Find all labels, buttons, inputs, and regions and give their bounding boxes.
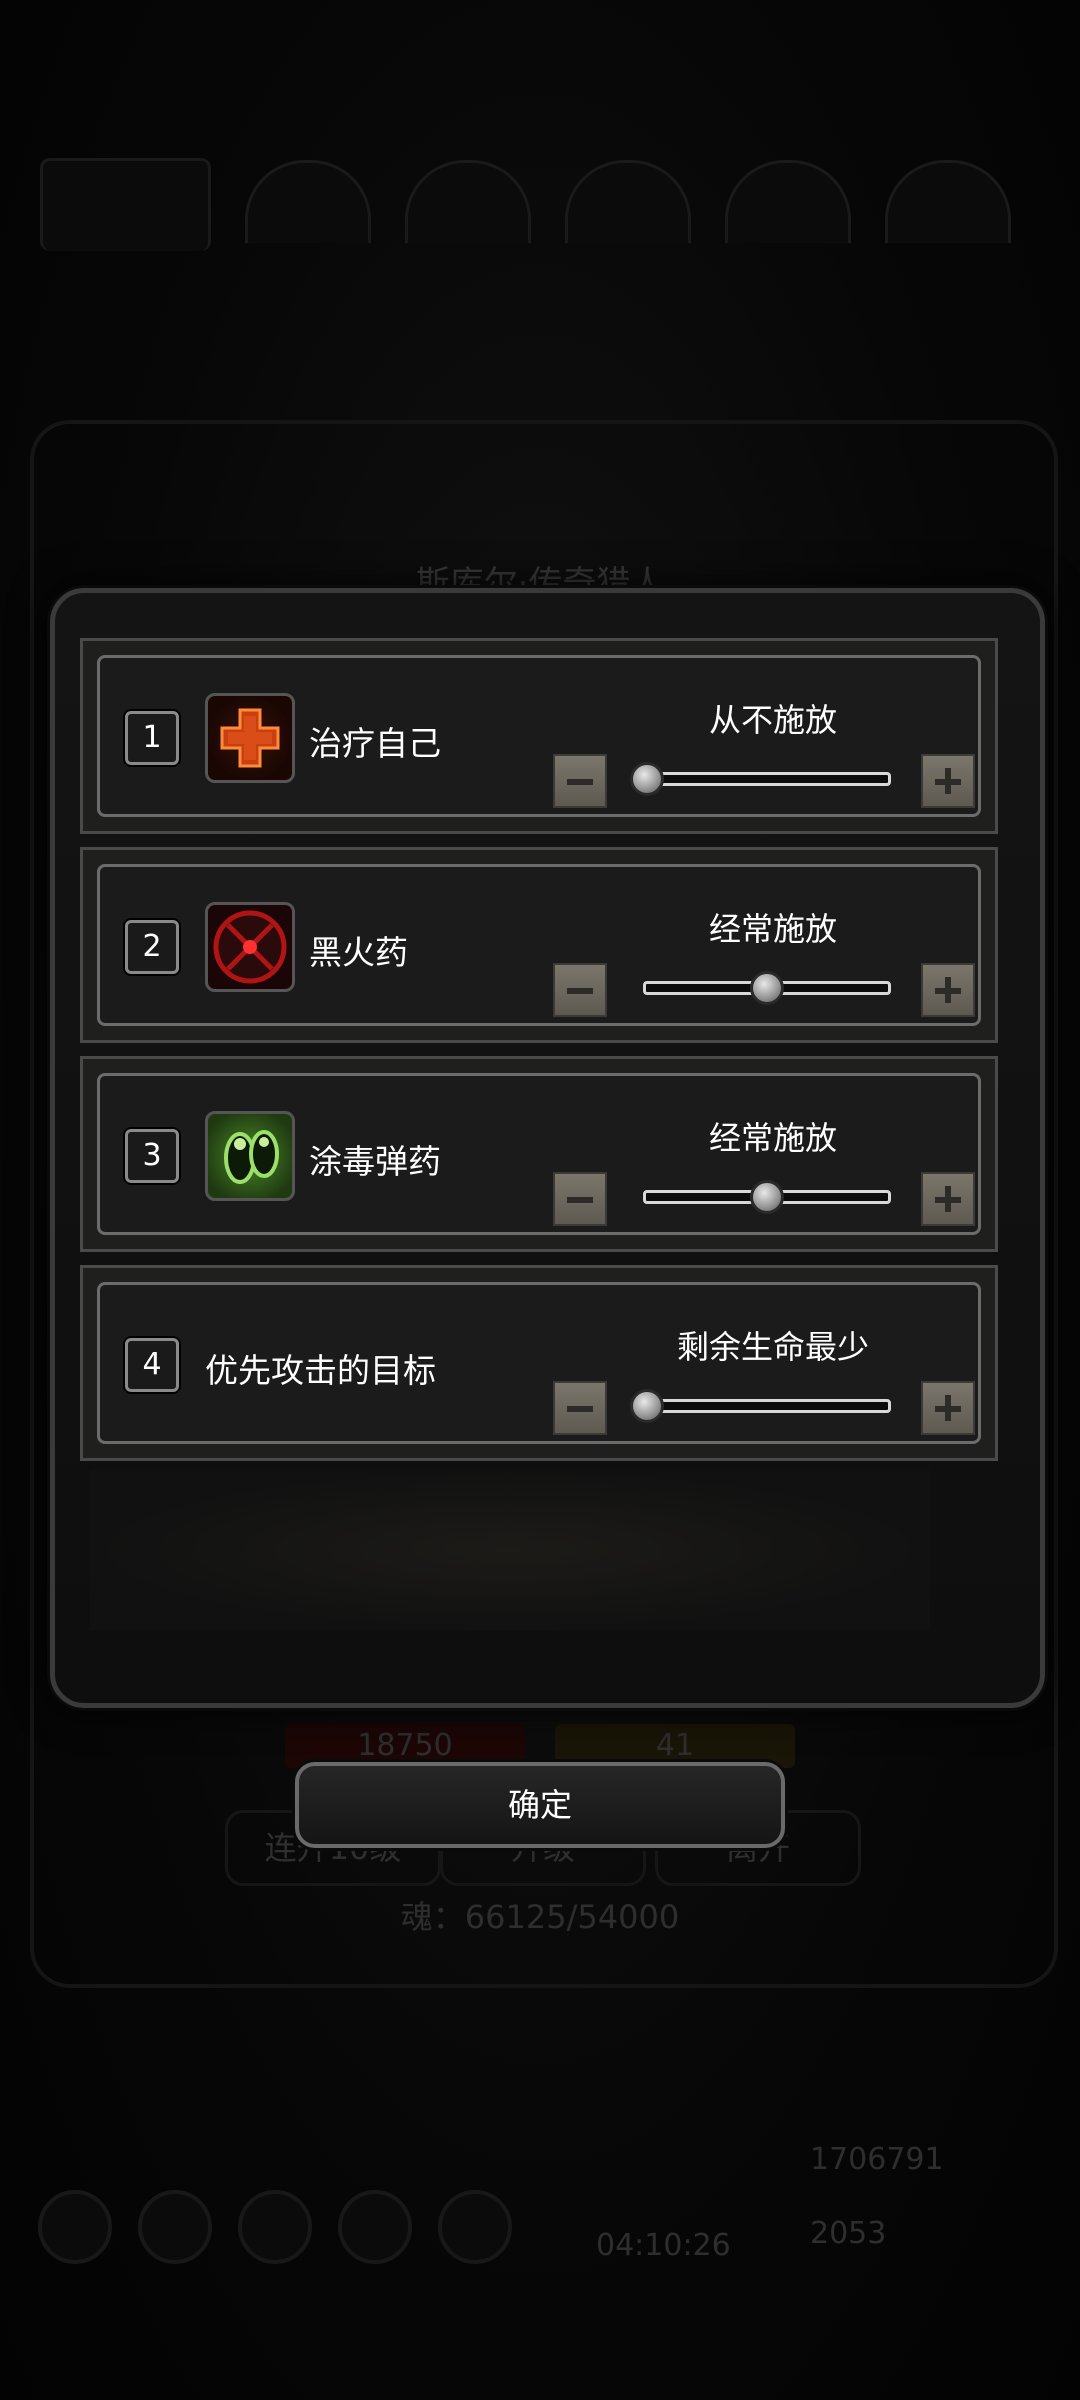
priority-target-row: 4 优先攻击的目标 剩余生命最少 [80,1265,998,1461]
slider-knob[interactable] [630,762,664,796]
increase-button[interactable] [921,1172,975,1226]
target-priority-value: 剩余生命最少 [676,1328,869,1366]
row-number: 1 [125,711,179,765]
cast-frequency-label: 经常施放 [708,1119,837,1157]
increase-button[interactable] [921,754,975,808]
bg-menu-icon-1 [38,2190,112,2264]
bg-menu-icon-2 [138,2190,212,2264]
increase-button[interactable] [921,1381,975,1435]
skill-row-heal: 1 治疗自己 从不施放 [80,638,998,834]
row-number: 3 [125,1129,179,1183]
bg-menu-icon-5 [438,2190,512,2264]
bg-menu-icon-4 [338,2190,412,2264]
skill-name: 黑火药 [309,933,408,972]
confirm-button[interactable]: 确定 [295,1762,785,1848]
row-number: 2 [125,920,179,974]
bg-timer: 04:10:26 [596,2228,731,2263]
black-powder-bomb-icon [205,902,295,992]
dialog-inner-panel [90,1470,930,1630]
increase-button[interactable] [921,963,975,1017]
bg-soul-text: 魂：66125/54000 [400,1898,680,1936]
frequency-slider[interactable] [643,772,891,786]
bg-menu-icon-3 [238,2190,312,2264]
decrease-button[interactable] [553,1172,607,1226]
skill-row-poison-ammo: 3 涂毒弹药 经常施放 [80,1056,998,1252]
decrease-button[interactable] [553,963,607,1017]
skill-name: 涂毒弹药 [309,1142,441,1181]
skill-name: 治疗自己 [309,724,441,763]
row-number: 4 [125,1338,179,1392]
bg-tab-hero [40,158,211,251]
bg-gold: 1706791 [810,2142,944,2177]
poison-ammo-icon [205,1111,295,1201]
skill-row-black-powder: 2 黑火药 经常施放 [80,847,998,1043]
priority-target-label: 优先攻击的目标 [205,1351,436,1390]
cast-frequency-label: 从不施放 [708,701,837,739]
slider-knob[interactable] [630,1389,664,1423]
cast-frequency-label: 经常施放 [708,910,837,948]
decrease-button[interactable] [553,1381,607,1435]
bg-gems: 2053 [810,2216,887,2251]
slider-knob[interactable] [750,971,784,1005]
decrease-button[interactable] [553,754,607,808]
slider-knob[interactable] [750,1180,784,1214]
heal-cross-icon [205,693,295,783]
target-priority-slider[interactable] [643,1399,891,1413]
